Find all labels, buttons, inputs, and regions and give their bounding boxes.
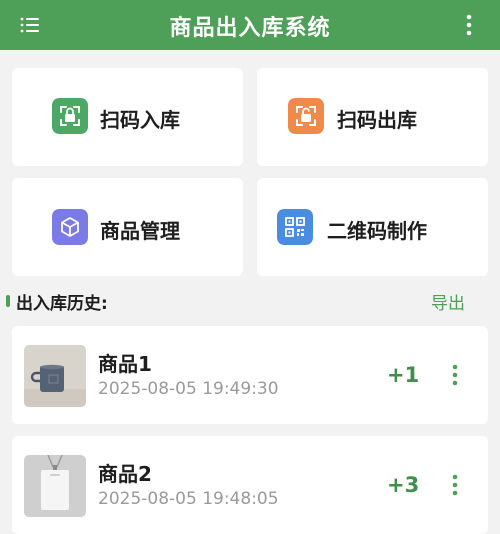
product-management-card[interactable]: 商品管理 — [12, 178, 243, 276]
qrcode-maker-label: 二维码制作 — [327, 219, 427, 243]
scan-in-label: 扫码入库 — [100, 108, 180, 132]
app-title: 商品出入库系统 — [169, 16, 331, 41]
more-vert-icon[interactable] — [459, 14, 479, 36]
record-more-icon[interactable] — [449, 474, 461, 496]
qrcode-icon — [277, 209, 313, 245]
section-accent-bar — [6, 295, 10, 307]
record-quantity: +3 — [387, 473, 420, 497]
record-time: 2025-08-05 19:48:05 — [98, 489, 279, 509]
scan-in-card[interactable]: 扫码入库 — [12, 68, 243, 166]
record-more-icon[interactable] — [449, 364, 461, 386]
qrcode-maker-card[interactable]: 二维码制作 — [257, 178, 488, 276]
record-name: 商品2 — [98, 462, 152, 486]
scan-out-icon — [288, 98, 324, 134]
product-management-label: 商品管理 — [100, 219, 180, 243]
record-time: 2025-08-05 19:49:30 — [98, 379, 279, 399]
mug-thumbnail — [24, 345, 86, 407]
scan-in-icon — [52, 98, 88, 134]
history-record[interactable]: 商品2 2025-08-05 19:48:05 +3 — [12, 436, 488, 534]
scan-out-card[interactable]: 扫码出库 — [257, 68, 488, 166]
history-title: 出入库历史: — [16, 294, 108, 314]
box-icon — [52, 209, 88, 245]
scan-out-label: 扫码出库 — [337, 108, 417, 132]
record-name: 商品1 — [98, 352, 152, 376]
history-record[interactable]: 商品1 2025-08-05 19:49:30 +1 — [12, 326, 488, 424]
badge-thumbnail — [24, 455, 86, 517]
record-quantity: +1 — [387, 363, 420, 387]
export-button[interactable]: 导出 — [431, 289, 465, 314]
app-bar: 商品出入库系统 — [0, 0, 500, 50]
